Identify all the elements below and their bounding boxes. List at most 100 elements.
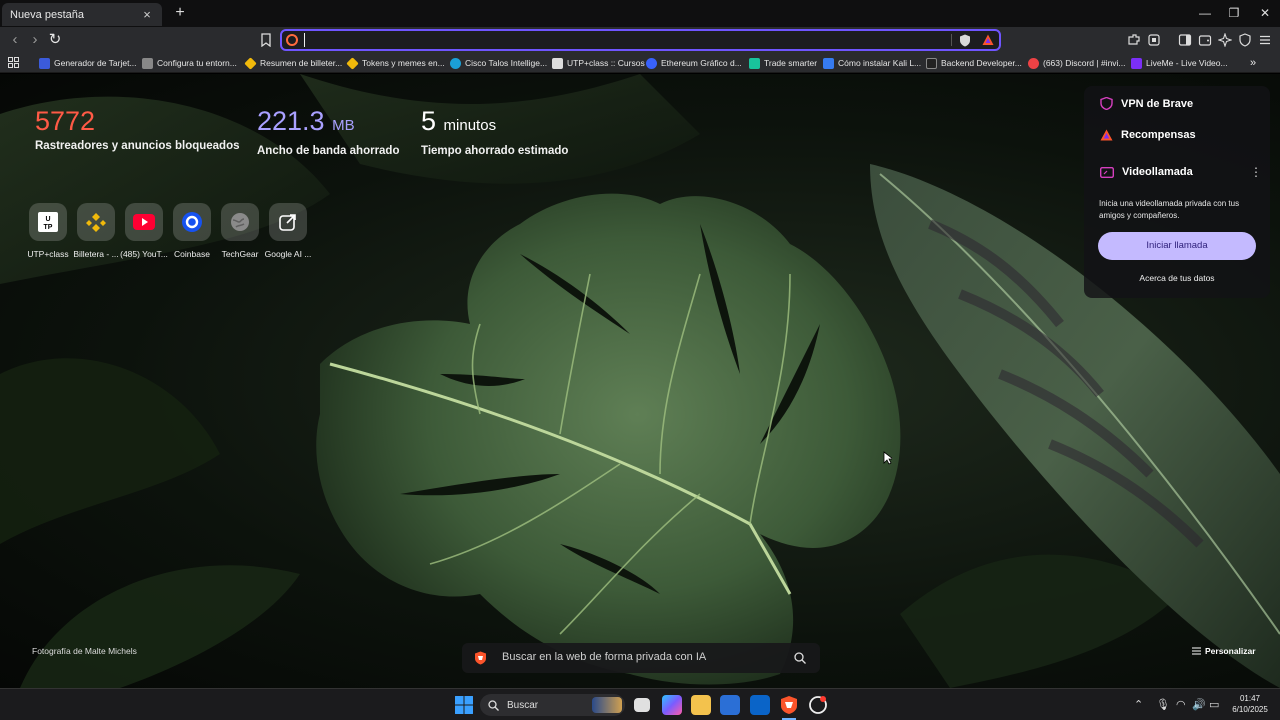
taskbar-clock[interactable]: 01:47 6/10/2025 (1226, 693, 1274, 715)
stat-time-unit: minutos (443, 117, 497, 134)
brave-rewards-icon[interactable] (982, 34, 994, 46)
vpn-icon[interactable] (1238, 33, 1252, 47)
bookmark-item[interactable]: Backend Developer... (926, 56, 1022, 70)
bookmark-favicon-icon (450, 57, 461, 69)
shortcut-techgear[interactable]: TechGear (216, 203, 264, 259)
sidebar-icon[interactable] (1178, 33, 1192, 47)
extensions-icon[interactable] (1127, 33, 1141, 47)
volume-icon[interactable]: 🔊 (1192, 698, 1206, 711)
more-options-icon[interactable]: ⋮ (1250, 165, 1262, 179)
shortcut-coinbase[interactable]: Coinbase (168, 203, 216, 259)
bookmark-item[interactable]: Tokens y memes en... (346, 56, 445, 70)
menu-icon[interactable] (1258, 33, 1272, 47)
shortcut-binance[interactable]: Billetera - ... (72, 203, 120, 259)
shortcut-youtube[interactable]: (485) YouT... (120, 203, 168, 259)
windows-start-icon[interactable] (454, 695, 474, 715)
brave-widgets-panel: VPN de Brave Recompensas Videollamada ⋮ … (1084, 86, 1270, 298)
external-icon (269, 203, 307, 241)
copilot-icon[interactable] (662, 695, 682, 715)
brave-shields-icon[interactable] (959, 34, 971, 47)
svg-text:TP: TP (44, 224, 53, 231)
leo-ai-icon[interactable] (1218, 33, 1232, 47)
taskbar-search[interactable]: Buscar (480, 694, 625, 716)
stat-trackers-label: Rastreadores y anuncios bloqueados (35, 140, 240, 152)
close-tab-icon[interactable]: × (140, 7, 154, 22)
bookmark-favicon-icon (823, 57, 834, 69)
bookmark-item[interactable]: Generador de Tarjet... (39, 56, 137, 70)
bookmark-favicon-icon (1028, 57, 1039, 69)
rewards-label: Recompensas (1121, 129, 1196, 141)
vpn-shield-icon (1100, 97, 1113, 110)
more-bookmarks-icon[interactable]: » (1250, 56, 1256, 70)
wifi-icon[interactable]: ◠ (1176, 698, 1186, 711)
start-call-button[interactable]: Iniciar llamada (1098, 232, 1256, 260)
bookmark-item[interactable]: Resumen de billeter... (244, 56, 342, 70)
reload-button[interactable]: ↻ (46, 31, 64, 49)
bookmark-item[interactable]: LiveMe - Live Video... (1131, 56, 1228, 70)
battery-icon[interactable]: ▭ (1209, 698, 1219, 711)
photo-credit[interactable]: Fotografía de Malte Michels (32, 646, 137, 656)
bookmark-item[interactable]: Cómo instalar Kali L... (823, 56, 921, 70)
microphone-icon[interactable]: 🎙 (1156, 698, 1170, 711)
video-call-widget: Videollamada (1100, 166, 1193, 178)
microsoft-store-icon[interactable] (720, 695, 740, 715)
back-button[interactable]: ‹ (6, 31, 24, 49)
bookmark-item[interactable]: (663) Discord | #invi... (1028, 56, 1126, 70)
wallet-icon[interactable] (1198, 33, 1212, 47)
bookmark-favicon-icon (244, 56, 257, 70)
stat-time-value: 5 (421, 106, 437, 136)
bookmark-item[interactable]: UTP+class :: Cursos (552, 56, 645, 70)
minimize-button[interactable]: — (1190, 4, 1220, 22)
url-input[interactable] (304, 33, 944, 47)
rewards-widget[interactable]: Recompensas (1100, 129, 1196, 141)
rewards-triangle-icon (1100, 129, 1113, 141)
outlook-icon[interactable] (750, 695, 770, 715)
globe-icon (221, 203, 259, 241)
bookmark-icon[interactable] (259, 33, 273, 47)
chatgpt-icon[interactable] (808, 695, 828, 715)
forward-button[interactable]: › (26, 31, 44, 49)
sliders-icon (1192, 647, 1201, 655)
tray-overflow-icon[interactable]: ⌃ (1134, 698, 1143, 711)
bookmark-item[interactable]: Cisco Talos Intellige... (450, 56, 547, 70)
vpn-widget[interactable]: VPN de Brave (1100, 97, 1193, 110)
bookmarks-bar: Generador de Tarjet... Configura tu ento… (0, 53, 1280, 73)
bookmark-favicon-icon (926, 57, 937, 69)
video-call-description: Inicia una videollamada privada con tus … (1099, 199, 1240, 220)
wallet-panel-icon[interactable] (1147, 33, 1161, 47)
clock-date: 6/10/2025 (1232, 705, 1268, 714)
bookmark-favicon-icon (1131, 57, 1142, 69)
about-data-link[interactable]: Acerca de tus datos (1084, 273, 1270, 283)
address-bar[interactable] (280, 29, 1001, 51)
bookmark-favicon-icon (646, 57, 657, 69)
bookmark-item[interactable]: Ethereum Gráfico d... (646, 56, 742, 70)
close-window-button[interactable]: ✕ (1250, 4, 1280, 22)
stat-time: 5 minutos Tiempo ahorrado estimado (421, 104, 568, 157)
bookmark-favicon-icon (142, 57, 153, 69)
customize-button[interactable]: Personalizar (1192, 646, 1256, 656)
windows-taskbar: Buscar ⌃ 🎙 ◠ 🔊 ▭ 01:47 6/10/2025 (0, 688, 1280, 720)
shortcut-utp-class[interactable]: U TP UTP+class (24, 203, 72, 259)
shortcut-label: TechGear (221, 249, 259, 259)
tab-new-tab[interactable]: Nueva pestaña × (2, 3, 162, 26)
mouse-cursor-icon (883, 451, 892, 465)
ai-search-bar[interactable] (462, 643, 820, 673)
binance-icon (77, 203, 115, 241)
task-view-icon[interactable] (634, 698, 650, 712)
maximize-button[interactable]: ❐ (1219, 4, 1249, 22)
file-explorer-icon[interactable] (691, 695, 711, 715)
svg-text:U: U (45, 216, 50, 223)
bookmark-item[interactable]: Configura tu entorn... (142, 56, 237, 70)
bookmark-item[interactable]: Trade smarter (749, 56, 817, 70)
apps-grid-icon[interactable] (8, 57, 19, 68)
search-icon[interactable] (794, 652, 806, 664)
tab-strip: Nueva pestaña × + — ❐ ✕ (0, 0, 1280, 27)
new-tab-button[interactable]: + (170, 3, 190, 23)
vpn-label: VPN de Brave (1121, 97, 1194, 110)
shortcut-google-ai[interactable]: Google AI ... (264, 203, 312, 259)
clock-time: 01:47 (1239, 694, 1261, 703)
search-highlight-icon (592, 697, 622, 713)
shortcut-label: (485) YouT... (120, 249, 168, 259)
brave-browser-icon[interactable] (779, 695, 799, 715)
ai-search-input[interactable] (502, 651, 792, 663)
